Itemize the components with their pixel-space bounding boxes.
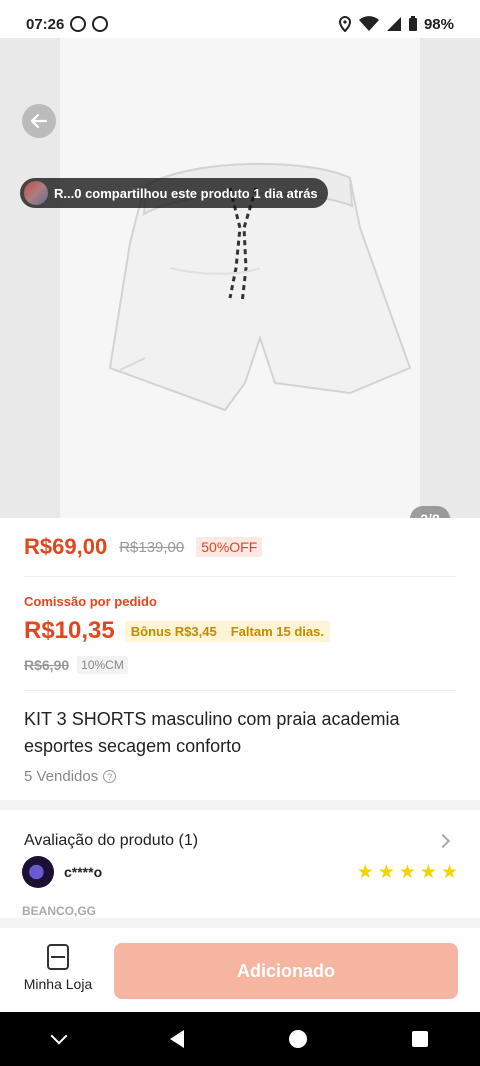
rating-stars: ★ ★ ★ ★ ★: [357, 863, 458, 882]
battery-level: 98%: [423, 15, 454, 33]
help-icon[interactable]: ?: [103, 770, 117, 783]
image-counter: 2/8: [410, 506, 450, 518]
discount-badge: 50%OFF: [196, 537, 263, 557]
wifi-icon: [358, 16, 379, 31]
current-price: R$69,00: [24, 534, 108, 559]
bonus-amount: Bônus R$3,45: [130, 623, 217, 639]
arrow-left-icon: [30, 113, 48, 129]
share-text: R...0 compartilhou este produto 1 dia at…: [54, 185, 318, 201]
section-divider: [0, 918, 480, 928]
original-price: R$139,00: [119, 538, 185, 556]
sold-text: 5 Vendidos: [24, 768, 99, 785]
review-header[interactable]: Avaliação do produto (1): [24, 832, 456, 850]
home-circle-icon[interactable]: [288, 1030, 307, 1048]
shorts-image: [108, 162, 412, 412]
back-triangle-icon[interactable]: [169, 1030, 184, 1048]
back-button[interactable]: [22, 104, 56, 138]
battery-icon: [408, 16, 417, 31]
whatsapp-icon: [92, 16, 109, 32]
store-icon: [47, 944, 69, 970]
commission-label: Comissão por pedido: [24, 594, 157, 609]
chevron-down-icon[interactable]: [50, 1027, 67, 1045]
commission-rate-badge: 10%CM: [77, 656, 128, 674]
star-icon: ★: [377, 861, 395, 883]
divider: [24, 576, 456, 577]
location-icon: [338, 16, 351, 32]
reviewer-name: c****o: [64, 864, 103, 880]
sharer-avatar: [24, 181, 48, 205]
bonus-remaining: Faltam 15 dias.: [230, 623, 324, 639]
commission-row: R$10,35 Bônus R$3,45 Faltam 15 dias.: [24, 617, 330, 645]
status-time: 07:26: [26, 15, 65, 33]
star-icon: ★: [419, 861, 437, 883]
star-icon: ★: [398, 861, 416, 883]
whatsapp-icon: [70, 16, 87, 32]
section-divider: [0, 800, 480, 810]
avatar: [22, 856, 54, 888]
star-icon: ★: [356, 861, 374, 883]
share-notice: R...0 compartilhou este produto 1 dia at…: [20, 178, 328, 208]
commission-original-row: R$6,90 10%CM: [24, 656, 128, 674]
product-gallery[interactable]: R...0 compartilhou este produto 1 dia at…: [0, 38, 480, 518]
sold-count: 5 Vendidos ?: [24, 768, 117, 785]
star-icon: ★: [440, 861, 458, 883]
recents-square-icon[interactable]: [411, 1031, 428, 1047]
commission-amount: R$10,35: [24, 617, 115, 644]
review-title: Avaliação do produto (1): [24, 832, 199, 849]
bottom-action-bar: Minha Loja Adicionado: [0, 928, 480, 1012]
price-row: R$69,00 R$139,00 50%OFF: [24, 534, 263, 560]
review-item: c****o ★ ★ ★ ★ ★: [22, 856, 458, 888]
commission-old-amount: R$6,90: [24, 657, 70, 673]
divider: [24, 690, 456, 691]
my-store-label: Minha Loja: [23, 976, 93, 992]
system-nav-bar: [0, 1012, 480, 1066]
bonus-badge: Bônus R$3,45 Faltam 15 dias.: [124, 620, 330, 642]
my-store-button[interactable]: Minha Loja: [20, 944, 96, 992]
product-title: KIT 3 SHORTS masculino com praia academi…: [24, 709, 400, 756]
signal-icon: [386, 17, 401, 31]
chevron-right-icon[interactable]: [435, 833, 451, 849]
product-image: [60, 38, 420, 518]
added-button[interactable]: Adicionado: [114, 943, 458, 999]
review-variant: BEANCO,GG: [22, 904, 97, 918]
